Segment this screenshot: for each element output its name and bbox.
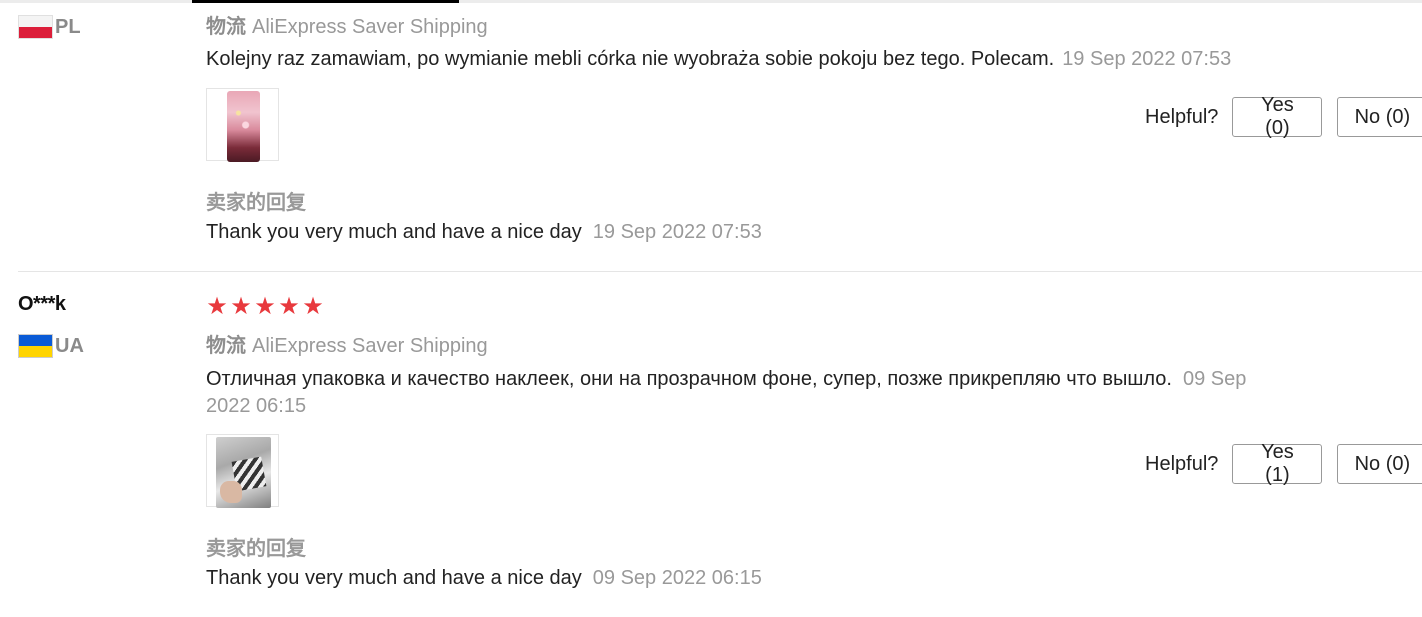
country-code: PL xyxy=(55,15,81,38)
helpful-no-button[interactable]: No (0) xyxy=(1337,97,1422,137)
review-text-line: Отличная упаковка и качество наклеек, он… xyxy=(206,366,1296,393)
ukraine-flag-icon xyxy=(18,334,53,358)
review-text: Kolejny raz zamawiam, po wymianie mebli … xyxy=(206,46,1231,73)
poland-flag-icon xyxy=(18,15,53,39)
reviewer-name: O***k xyxy=(18,293,66,315)
shipping-label: 物流 xyxy=(206,335,246,357)
shipping-info: 物流 AliExpress Saver Shipping xyxy=(206,10,488,39)
review-divider xyxy=(18,271,1422,272)
review-text: Отличная упаковка и качество наклеек, он… xyxy=(206,366,1296,420)
seller-reply: Thank you very much and have a nice day 1… xyxy=(206,221,762,244)
helpful-no-button[interactable]: No (0) xyxy=(1337,444,1422,484)
review-date: 19 Sep 2022 07:53 xyxy=(1062,48,1232,70)
seller-reply-date: 09 Sep 2022 06:15 xyxy=(592,567,762,589)
seller-reply-text: Thank you very much and have a nice day xyxy=(206,567,582,589)
shipping-label: 物流 xyxy=(206,16,246,38)
helpful-vote: Helpful? Yes (0) No (0) xyxy=(1145,94,1422,139)
review-photo xyxy=(216,437,271,508)
helpful-label: Helpful? xyxy=(1145,452,1219,475)
reviewer-country: PL xyxy=(18,14,81,40)
helpful-label: Helpful? xyxy=(1145,105,1219,128)
review-date-continued: 2022 06:15 xyxy=(206,395,307,417)
helpful-vote: Helpful? Yes (1) No (0) xyxy=(1145,441,1422,486)
review-date: 09 Sep xyxy=(1182,368,1247,390)
seller-reply-date: 19 Sep 2022 07:53 xyxy=(592,221,762,243)
review-photo-thumbnail[interactable] xyxy=(206,434,279,508)
star-icon: ★ xyxy=(254,293,276,320)
review-body: Kolejny raz zamawiam, po wymianie mebli … xyxy=(206,48,1055,70)
review-item: O***k UA ★ ★ ★ ★ ★ 物流 AliExpress Saver Sh… xyxy=(0,273,1422,617)
star-icon: ★ xyxy=(230,293,252,320)
seller-reply-text: Thank you very much and have a nice day xyxy=(206,221,582,243)
shipping-info: 物流 AliExpress Saver Shipping xyxy=(206,329,488,358)
helpful-yes-button[interactable]: Yes (0) xyxy=(1232,94,1323,139)
star-rating: ★ ★ ★ ★ ★ xyxy=(206,295,324,319)
seller-reply-label: 卖家的回复 xyxy=(206,192,306,214)
reviews-page: PL 物流 AliExpress Saver Shipping Kolejny r… xyxy=(0,0,1422,617)
star-icon: ★ xyxy=(206,293,228,320)
star-icon: ★ xyxy=(278,293,300,320)
seller-reply-label: 卖家的回复 xyxy=(206,538,306,560)
review-photo-thumbnail[interactable] xyxy=(206,88,279,162)
helpful-yes-button[interactable]: Yes (1) xyxy=(1232,441,1323,486)
reviewer-country: UA xyxy=(18,333,84,359)
review-body: Отличная упаковка и качество наклеек, он… xyxy=(206,368,1172,390)
review-photo xyxy=(227,91,260,162)
star-icon: ★ xyxy=(302,293,324,320)
country-code: UA xyxy=(55,334,84,357)
shipping-method: AliExpress Saver Shipping xyxy=(252,16,488,38)
shipping-method: AliExpress Saver Shipping xyxy=(252,335,488,357)
seller-reply: Thank you very much and have a nice day 0… xyxy=(206,567,762,590)
review-item: PL 物流 AliExpress Saver Shipping Kolejny r… xyxy=(0,0,1422,272)
